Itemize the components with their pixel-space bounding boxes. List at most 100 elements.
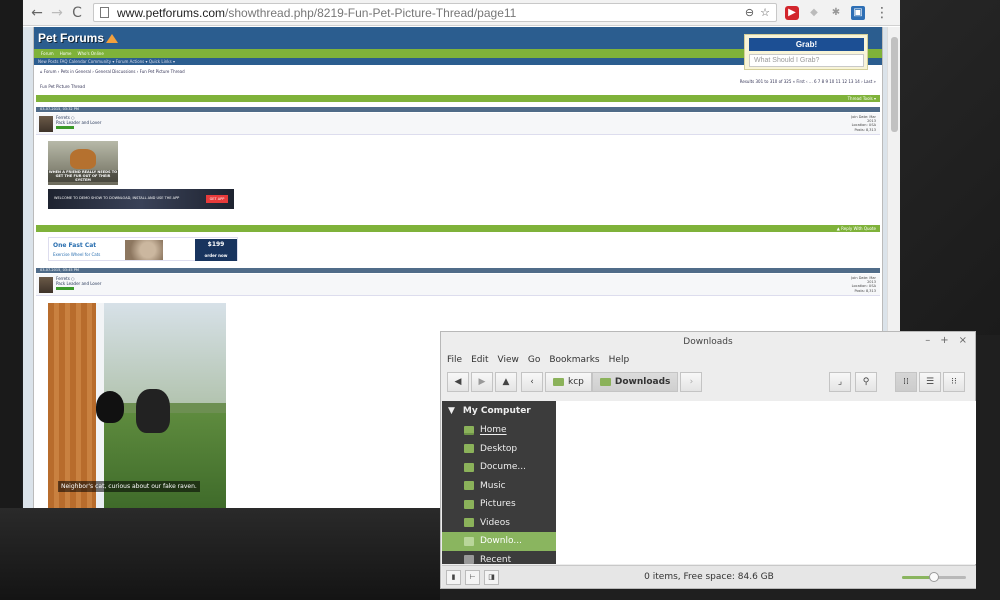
menu-file[interactable]: File [447, 355, 462, 365]
menu-help[interactable]: Help [609, 355, 630, 365]
dog-figure [70, 149, 96, 169]
menu-view[interactable]: View [498, 355, 519, 365]
stat-line: Posts: 8,313 [854, 127, 876, 132]
post-date-bar: 03-07-2015, 03:32 PM [36, 107, 880, 112]
terminal-icon[interactable]: ⌟ [829, 372, 851, 392]
sidebar-item-label: Recent [480, 554, 512, 564]
reputation-bar [56, 126, 74, 129]
crumb-label: kcp [568, 377, 584, 387]
banner-subtitle: Exercise Wheel for Cats [53, 252, 101, 257]
status-text: 0 items, Free space: 84.6 GB [644, 572, 774, 582]
page-icon [100, 7, 109, 18]
crumb-downloads[interactable]: Downloads [591, 372, 679, 392]
up-icon[interactable]: ▲ [495, 372, 517, 392]
list-view-icon[interactable]: ☰ [919, 372, 941, 392]
photo-caption: Neighbor's cat, curious about our fake r… [58, 481, 200, 492]
menu-bookmarks[interactable]: Bookmarks [549, 355, 599, 365]
post-user: Ferrets ○ Pack Leader and Lover [56, 115, 101, 129]
menu-edit[interactable]: Edit [471, 355, 488, 365]
search-icon[interactable]: ⚲ [855, 372, 877, 392]
show-treeview-icon[interactable]: ⊢ [465, 569, 480, 585]
forum-tab[interactable]: Who's Online [75, 51, 107, 56]
chrome-menu-icon[interactable]: ⋮ [875, 5, 889, 21]
scrollbar-thumb[interactable] [891, 37, 898, 132]
sidebar-item-label: Desktop [480, 443, 518, 454]
back-icon[interactable]: ◀ [447, 372, 469, 392]
reply-with-quote-link[interactable]: ▲ Reply With Quote [837, 225, 876, 232]
close-icon[interactable]: × [959, 335, 967, 346]
sidebar-item-label: Videos [480, 517, 510, 528]
crumb-home[interactable]: kcp [545, 372, 592, 392]
stat-line: Location: USA [851, 123, 876, 128]
crumb-label: Downloads [614, 377, 671, 387]
compact-view-icon[interactable]: ⁝⁝ [943, 372, 965, 392]
price-sub: order now [204, 253, 228, 258]
price-value: $199 [207, 241, 225, 248]
puzzle-icon[interactable]: ✱ [829, 6, 843, 20]
ad-button[interactable]: GET APP [206, 195, 228, 203]
back-icon[interactable]: ← [27, 3, 47, 23]
menu-go[interactable]: Go [528, 355, 540, 365]
window-titlebar[interactable]: Downloads – + × [441, 332, 975, 352]
sidebar-item-label: Downlo... [480, 536, 522, 547]
sidebar-item-music[interactable]: Music [442, 477, 556, 496]
sidebar-item-home[interactable]: Home [442, 421, 556, 440]
menu-bar: File Edit View Go Bookmarks Help [441, 352, 975, 368]
show-places-icon[interactable]: ▮ [446, 569, 461, 585]
pagination[interactable]: Results 301 to 310 of 325 « First ‹ ... … [740, 79, 876, 84]
thread-tools-bar: Thread Tools ▾ [36, 95, 880, 102]
forward-icon[interactable]: → [47, 3, 67, 23]
banner-price[interactable]: $199 order now [195, 239, 237, 261]
icon-view-icon[interactable]: ⁞⁞ [895, 372, 917, 392]
thread-tools-link[interactable]: Thread Tools ▾ [848, 95, 876, 102]
grab-input[interactable]: What Should I Grab? [749, 54, 864, 67]
user-rank: Pack Leader and Lover [56, 281, 102, 286]
raven-figure [96, 391, 124, 423]
zoom-icon[interactable]: ⊖ [745, 6, 754, 19]
raven-cat-photo: Neighbor's cat, curious about our fake r… [48, 303, 226, 508]
grab-popup: Grab! What Should I Grab? [744, 34, 868, 70]
hide-sidebar-icon[interactable]: ◨ [484, 569, 499, 585]
file-manager-body: ▼ My Computer Home Desktop Docume... Mus… [442, 401, 976, 564]
banner-ad[interactable]: One Fast Cat Exercise Wheel for Cats $19… [48, 237, 238, 261]
maximize-icon[interactable]: + [940, 335, 948, 346]
ad-strip[interactable]: WELCOME TO DEMO SHOW TO DOWNLOAD, INSTAL… [48, 189, 234, 209]
zoom-slider-knob[interactable] [929, 572, 939, 582]
post-user: Ferrets ○ Pack Leader and Lover [56, 276, 101, 290]
ghost-extension-icon[interactable]: ◆ [807, 6, 821, 20]
next-crumb-icon[interactable]: › [680, 372, 703, 392]
sidebar-item-videos[interactable]: Videos [442, 514, 556, 533]
dog-meme-image: WHEN A FRIEND REALLY NEEDS TO GET THE FU… [48, 141, 118, 185]
address-bar[interactable]: www.petforums.com /showthread.php/8219-F… [93, 3, 777, 22]
expand-triangle-icon[interactable]: ▼ [448, 406, 455, 416]
file-list-area[interactable] [556, 401, 976, 564]
stat-line: Posts: 8,313 [854, 288, 876, 293]
sidebar-item-recent[interactable]: Recent [442, 551, 556, 564]
sidebar-item-pictures[interactable]: Pictures [442, 495, 556, 514]
forum-logo[interactable]: Pet Forums [38, 31, 104, 45]
downloads-icon [464, 536, 474, 546]
sidebar-section-my-computer[interactable]: ▼ My Computer [442, 401, 556, 421]
sidebar-item-downloads[interactable]: Downlo... [442, 532, 556, 551]
documents-icon [464, 462, 474, 472]
forward-icon[interactable]: ▶ [471, 372, 493, 392]
forum-tab[interactable]: Forum [38, 51, 57, 56]
youtube-icon[interactable]: ▶ [785, 5, 799, 20]
sidebar-item-label: Music [480, 480, 506, 491]
user-rank: Pack Leader and Lover [56, 120, 102, 125]
avatar[interactable] [39, 116, 53, 132]
bookmark-star-icon[interactable]: ☆ [760, 6, 770, 19]
cat-wheel-image [125, 240, 163, 260]
grab-button[interactable]: Grab! [749, 38, 864, 51]
prev-crumb-icon[interactable]: ‹ [521, 372, 543, 392]
reload-icon[interactable]: C [67, 3, 87, 23]
sidebar-item-desktop[interactable]: Desktop [442, 440, 556, 459]
zoom-slider[interactable] [902, 572, 966, 582]
wooden-post [48, 303, 96, 508]
forum-tab[interactable]: Home [57, 51, 75, 56]
minimize-icon[interactable]: – [925, 335, 930, 346]
places-sidebar: ▼ My Computer Home Desktop Docume... Mus… [442, 401, 556, 564]
sidebar-item-documents[interactable]: Docume... [442, 458, 556, 477]
screenshot-extension-icon[interactable]: ▣ [851, 5, 865, 20]
avatar[interactable] [39, 277, 53, 293]
